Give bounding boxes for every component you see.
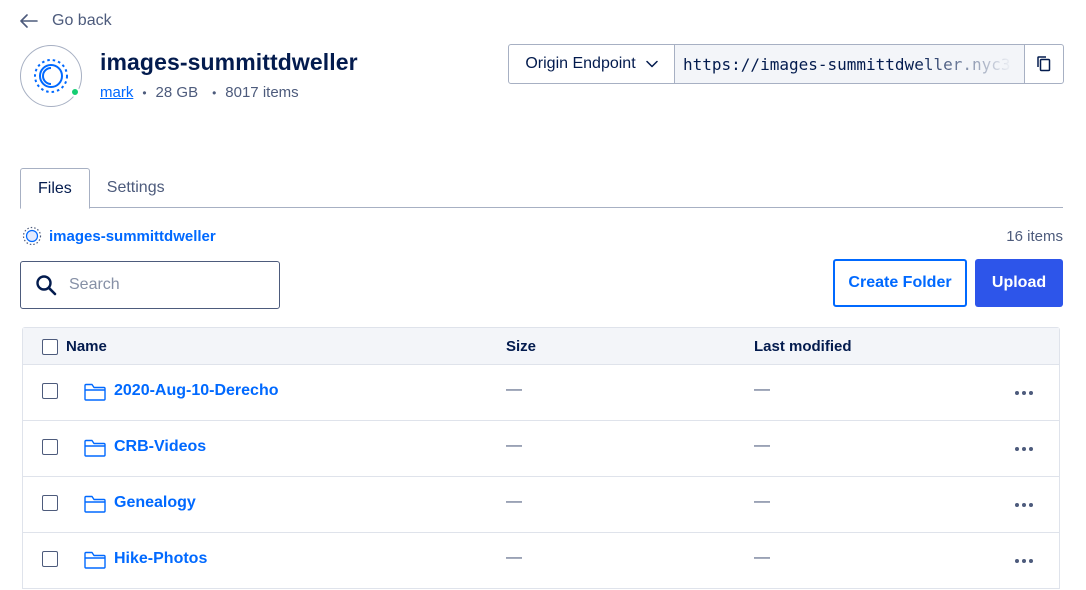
- folder-last-modified: —: [754, 381, 770, 398]
- folder-last-modified: —: [754, 437, 770, 454]
- folder-name-link[interactable]: Hike-Photos: [114, 550, 207, 568]
- breadcrumb: images-summittdweller: [22, 226, 216, 246]
- search-icon: [35, 274, 57, 296]
- breadcrumb-bucket-link[interactable]: images-summittdweller: [49, 228, 216, 245]
- go-back-link[interactable]: Go back: [20, 9, 112, 33]
- folder-icon: [84, 439, 106, 457]
- folder-last-modified: —: [754, 549, 770, 566]
- copy-icon: [1036, 55, 1052, 73]
- create-folder-button[interactable]: Create Folder: [833, 259, 967, 307]
- arrow-left-icon: [20, 14, 38, 28]
- bucket-size: 28 GB: [155, 84, 199, 101]
- go-back-label: Go back: [52, 12, 112, 29]
- folder-size: —: [506, 493, 522, 510]
- bucket-tabs: Files Settings: [20, 168, 1063, 209]
- chevron-down-icon: [645, 60, 658, 68]
- column-header-name[interactable]: Name: [66, 338, 107, 355]
- bucket-header: images-summittdweller mark • 28 GB • 801…: [20, 45, 358, 107]
- copy-endpoint-button[interactable]: [1024, 45, 1063, 83]
- table-row: 2020-Aug-10-Derecho — —: [23, 365, 1059, 421]
- folder-item-count: 16 items: [1006, 228, 1063, 245]
- folder-icon: [84, 551, 106, 569]
- meta-separator: •: [142, 85, 147, 100]
- bucket-meta: mark • 28 GB • 8017 items: [100, 84, 358, 101]
- folder-name-link[interactable]: CRB-Videos: [114, 438, 206, 456]
- meta-separator: •: [212, 85, 217, 100]
- select-all-checkbox[interactable]: [42, 339, 58, 355]
- bucket-item-count: 8017 items: [225, 84, 299, 101]
- folder-last-modified: —: [754, 493, 770, 510]
- endpoint-type-label: Origin Endpoint: [525, 55, 636, 72]
- file-table: Name Size Last modified 2020-Aug-10-Dere…: [22, 327, 1060, 589]
- folder-name-link[interactable]: 2020-Aug-10-Derecho: [114, 382, 279, 400]
- upload-button[interactable]: Upload: [975, 259, 1063, 307]
- folder-size: —: [506, 381, 522, 398]
- folder-size: —: [506, 437, 522, 454]
- more-options-icon[interactable]: [1013, 551, 1035, 571]
- more-options-icon[interactable]: [1013, 383, 1035, 403]
- more-options-icon[interactable]: [1013, 495, 1035, 515]
- spaces-bucket-icon: [33, 58, 69, 94]
- search-input[interactable]: [69, 276, 259, 294]
- folder-name-link[interactable]: Genealogy: [114, 494, 196, 512]
- spaces-bucket-icon: [22, 226, 42, 246]
- more-options-icon[interactable]: [1013, 439, 1035, 459]
- table-header: Name Size Last modified: [23, 328, 1059, 365]
- folder-icon: [84, 383, 106, 401]
- table-row: Genealogy — —: [23, 477, 1059, 533]
- tab-settings[interactable]: Settings: [90, 168, 182, 208]
- endpoint-type-dropdown[interactable]: Origin Endpoint: [509, 45, 675, 83]
- column-header-modified[interactable]: Last modified: [754, 338, 852, 355]
- folder-icon: [84, 495, 106, 513]
- table-row: CRB-Videos — —: [23, 421, 1059, 477]
- search-box: [20, 261, 280, 309]
- row-checkbox[interactable]: [42, 383, 58, 399]
- row-checkbox[interactable]: [42, 551, 58, 567]
- endpoint-control: Origin Endpoint https://images-summittdw…: [508, 44, 1064, 84]
- folder-size: —: [506, 549, 522, 566]
- tab-files[interactable]: Files: [20, 168, 90, 209]
- status-online-dot: [70, 87, 80, 97]
- column-header-size[interactable]: Size: [506, 338, 536, 355]
- row-checkbox[interactable]: [42, 495, 58, 511]
- bucket-owner-link[interactable]: mark: [100, 84, 133, 101]
- bucket-title: images-summittdweller: [100, 49, 358, 75]
- bucket-avatar: [20, 45, 82, 107]
- table-row: Hike-Photos — —: [23, 533, 1059, 589]
- row-checkbox[interactable]: [42, 439, 58, 455]
- endpoint-url-field[interactable]: https://images-summittdweller.nyc3.digit…: [675, 45, 1024, 83]
